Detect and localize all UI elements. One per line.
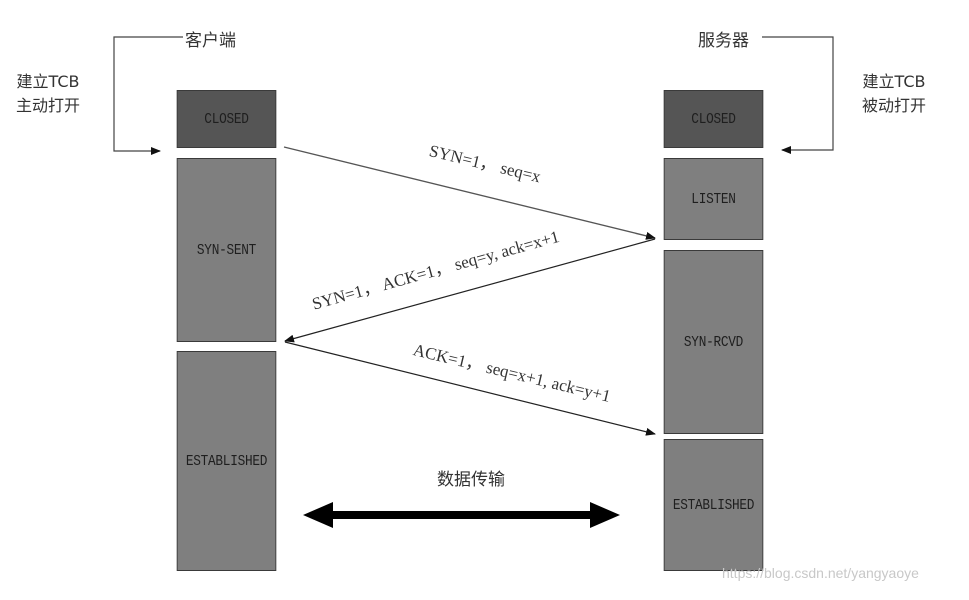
- server-open-bracket: [762, 36, 834, 154]
- server-note-line2: 被动打开: [862, 96, 927, 115]
- client-state-closed: CLOSED: [176, 90, 277, 148]
- client-open-note: 建立TCB 主动打开: [16, 70, 80, 118]
- server-note-line1: 建立TCB: [862, 72, 926, 91]
- client-state-syn-sent: SYN-SENT: [176, 158, 277, 342]
- server-open-note: 建立TCB 被动打开: [862, 70, 926, 118]
- server-label: 服务器: [698, 31, 749, 51]
- client-label: 客户端: [185, 31, 236, 51]
- client-note-line2: 主动打开: [16, 96, 81, 115]
- server-state-closed: CLOSED: [663, 90, 764, 148]
- server-state-syn-rcvd: SYN-RCVD: [663, 250, 764, 434]
- data-transfer-label: 数据传输: [437, 470, 505, 490]
- data-transfer-arrow: [303, 502, 620, 528]
- server-state-listen: LISTEN: [663, 158, 764, 240]
- client-open-bracket: [113, 36, 183, 155]
- client-state-established: ESTABLISHED: [176, 351, 277, 571]
- watermark: https://blog.csdn.net/yangyaoye: [722, 565, 919, 581]
- client-note-line1: 建立TCB: [16, 72, 80, 91]
- diagram-lines: [113, 36, 834, 528]
- server-state-established: ESTABLISHED: [663, 439, 764, 571]
